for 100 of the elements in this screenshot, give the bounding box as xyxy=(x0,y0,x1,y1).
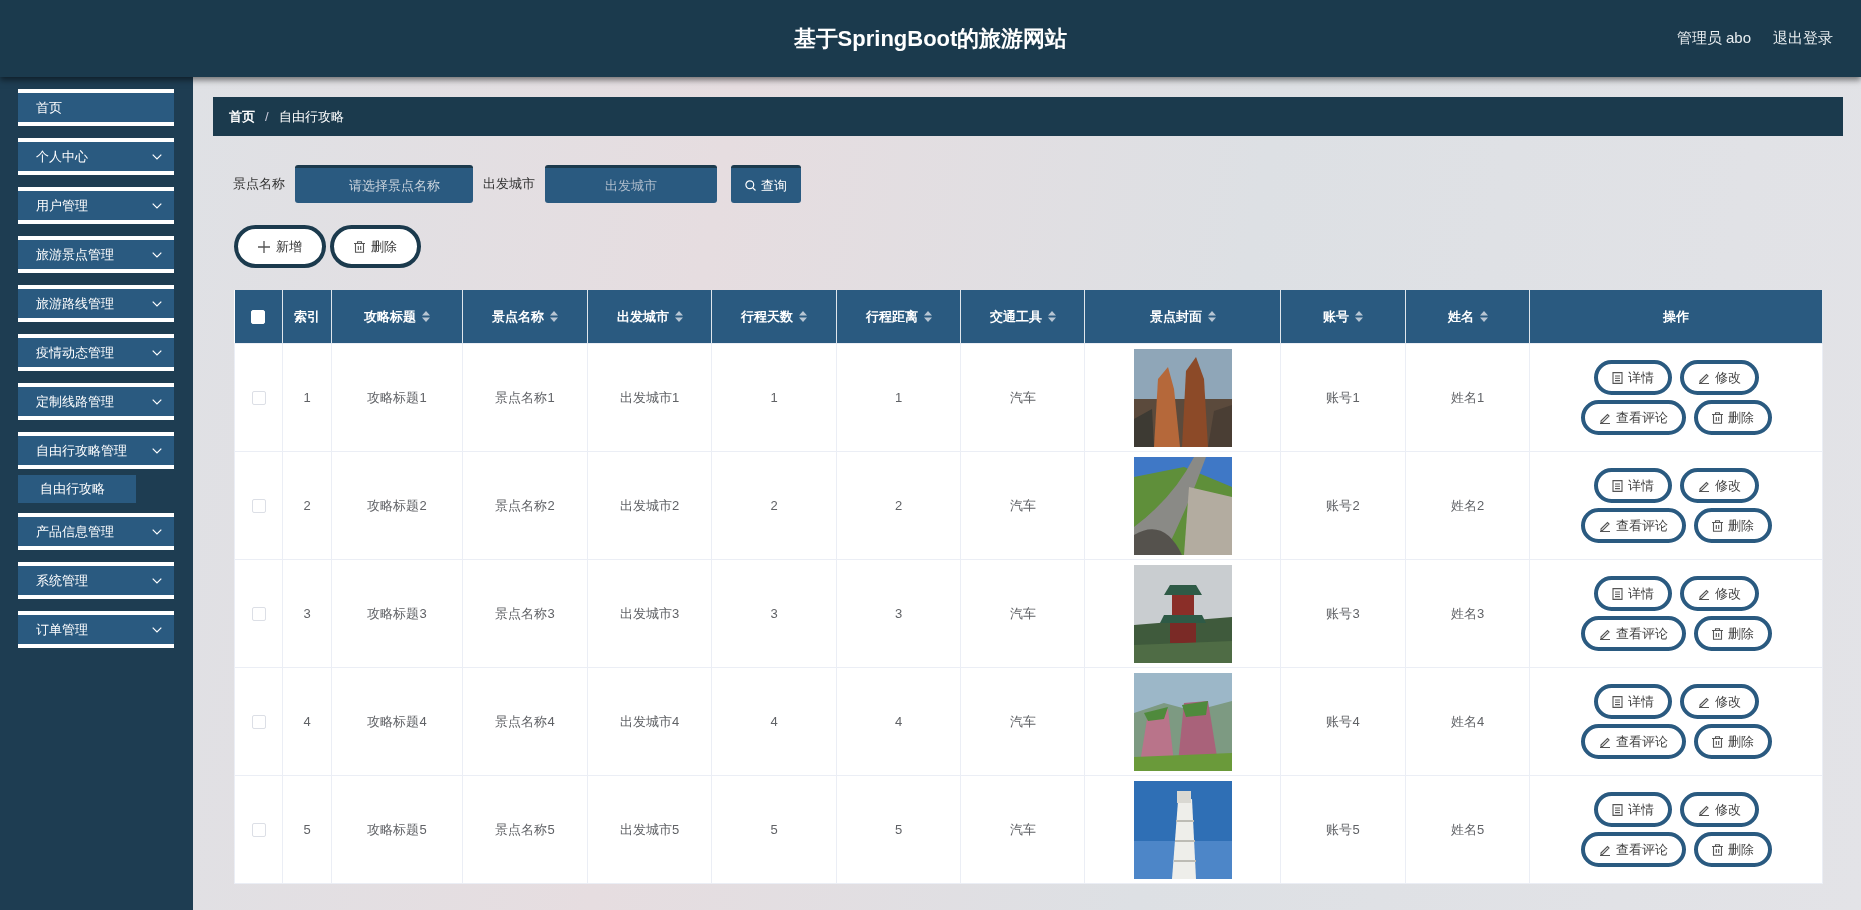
user-name: 管理员 abo xyxy=(1676,29,1751,48)
menu-item[interactable]: 旅游景点管理 xyxy=(18,236,174,273)
action-button[interactable]: 查看评论 xyxy=(1580,724,1686,759)
sort-icon[interactable] xyxy=(799,311,807,322)
action-button[interactable]: 删除 xyxy=(1693,508,1772,543)
checkbox[interactable] xyxy=(251,823,266,838)
search-icon xyxy=(745,180,756,191)
action-button[interactable]: 查看评论 xyxy=(1580,508,1686,543)
menu-item[interactable]: 产品信息管理 xyxy=(18,513,174,550)
table-cell: 汽车 xyxy=(1009,713,1036,729)
checkbox[interactable] xyxy=(251,499,266,514)
trash-icon xyxy=(1711,519,1723,532)
select-field[interactable]: 请选择景点名称 xyxy=(295,165,473,203)
table-cell: 景点名称5 xyxy=(495,821,555,837)
document-icon xyxy=(1611,479,1623,492)
menu-item[interactable]: 用户管理 xyxy=(18,187,174,224)
table-cell: 出发城市4 xyxy=(619,713,680,729)
action-button[interactable]: 详情 xyxy=(1593,792,1672,827)
pencil-icon xyxy=(1598,627,1611,640)
logout-link[interactable]: 退出登录 xyxy=(1773,29,1833,48)
sort-icon[interactable] xyxy=(674,311,683,322)
menu-item[interactable]: 疫情动态管理 xyxy=(18,334,174,371)
trash-icon xyxy=(1711,627,1723,640)
trash-icon xyxy=(1711,735,1723,748)
chevron-down-icon xyxy=(152,251,162,258)
sort-icon[interactable] xyxy=(550,311,558,322)
menu-item[interactable]: 订单管理 xyxy=(18,611,174,648)
action-button[interactable]: 修改 xyxy=(1679,468,1759,503)
checkbox[interactable] xyxy=(251,715,266,730)
action-button[interactable]: 详情 xyxy=(1593,360,1672,395)
document-icon xyxy=(1611,587,1623,600)
action-button[interactable]: 删除 xyxy=(1693,616,1772,651)
table-cell: 景点名称3 xyxy=(495,605,555,621)
table-cell: 姓名2 xyxy=(1450,497,1485,513)
column-header: 攻略标题 xyxy=(364,307,416,326)
pencil-icon xyxy=(1598,843,1611,856)
checkbox[interactable] xyxy=(251,391,266,406)
table-cell: 3 xyxy=(303,606,311,621)
table-cell: 出发城市3 xyxy=(619,605,680,621)
input-field[interactable]: 出发城市 xyxy=(545,165,717,203)
plus-icon xyxy=(258,240,270,253)
table-cell: 4 xyxy=(770,714,778,729)
action-button[interactable]: 修改 xyxy=(1679,360,1759,395)
pencil-icon xyxy=(1697,695,1710,708)
table-cell: 2 xyxy=(894,498,903,513)
menu-item[interactable]: 自由行攻略管理 xyxy=(18,432,174,469)
sort-icon[interactable] xyxy=(923,311,932,322)
search-button[interactable]: 查询 xyxy=(731,165,801,203)
table-cell: 攻略标题4 xyxy=(367,713,427,729)
sort-icon[interactable] xyxy=(1047,311,1056,322)
action-button[interactable]: 修改 xyxy=(1679,684,1759,719)
breadcrumb-item[interactable]: 首页 xyxy=(229,107,255,126)
pencil-icon xyxy=(1697,371,1710,384)
document-icon xyxy=(1611,695,1623,708)
sort-icon[interactable] xyxy=(1355,311,1363,322)
table-cell: 账号2 xyxy=(1326,497,1360,513)
table-cell: 景点名称2 xyxy=(495,497,555,513)
table-cell: 景点名称1 xyxy=(495,389,555,405)
column-header: 行程天数 xyxy=(741,307,793,326)
table-cell: 攻略标题2 xyxy=(367,497,427,513)
action-button[interactable]: 删除 xyxy=(1693,724,1772,759)
action-button[interactable]: 详情 xyxy=(1593,576,1672,611)
table-cell: 汽车 xyxy=(1009,389,1036,405)
sort-icon[interactable] xyxy=(1479,311,1488,322)
table-cell: 景点名称4 xyxy=(495,713,555,729)
menu-item[interactable]: 首页 xyxy=(18,89,174,126)
action-button[interactable]: 删除 xyxy=(1693,832,1772,867)
submenu-item[interactable]: 自由行攻略 xyxy=(18,475,136,503)
table-cell: 1 xyxy=(894,390,903,405)
action-button[interactable]: 详情 xyxy=(1593,684,1672,719)
chevron-down-icon xyxy=(152,577,162,584)
sort-icon[interactable] xyxy=(422,311,430,322)
document-icon xyxy=(1611,371,1623,384)
checkbox[interactable] xyxy=(251,607,266,622)
table-cell: 姓名3 xyxy=(1450,605,1485,621)
pencil-icon xyxy=(1697,479,1710,492)
menu-item[interactable]: 旅游路线管理 xyxy=(18,285,174,322)
toolbar-button[interactable]: 删除 xyxy=(330,225,421,268)
table-cell: 账号1 xyxy=(1326,389,1360,405)
action-button[interactable]: 查看评论 xyxy=(1580,400,1686,435)
action-button[interactable]: 删除 xyxy=(1693,400,1772,435)
table-cell: 出发城市2 xyxy=(619,497,680,513)
toolbar-button[interactable]: 新增 xyxy=(234,225,326,268)
action-button[interactable]: 查看评论 xyxy=(1580,832,1686,867)
menu-item[interactable]: 定制线路管理 xyxy=(18,383,174,420)
action-button[interactable]: 修改 xyxy=(1679,792,1759,827)
menu-item[interactable]: 个人中心 xyxy=(18,138,174,175)
trash-icon xyxy=(354,240,365,253)
sort-icon[interactable] xyxy=(1207,311,1216,322)
action-button[interactable]: 详情 xyxy=(1593,468,1672,503)
action-button[interactable]: 修改 xyxy=(1679,576,1759,611)
menu-item[interactable]: 系统管理 xyxy=(18,562,174,599)
field-label: 出发城市 xyxy=(483,175,535,193)
table-cell: 3 xyxy=(770,606,778,621)
table-cell: 2 xyxy=(303,498,311,513)
table-cell: 5 xyxy=(770,822,778,837)
chevron-down-icon xyxy=(152,202,162,209)
column-header: 交通工具 xyxy=(989,307,1042,326)
pencil-icon xyxy=(1598,519,1611,532)
action-button[interactable]: 查看评论 xyxy=(1580,616,1686,651)
